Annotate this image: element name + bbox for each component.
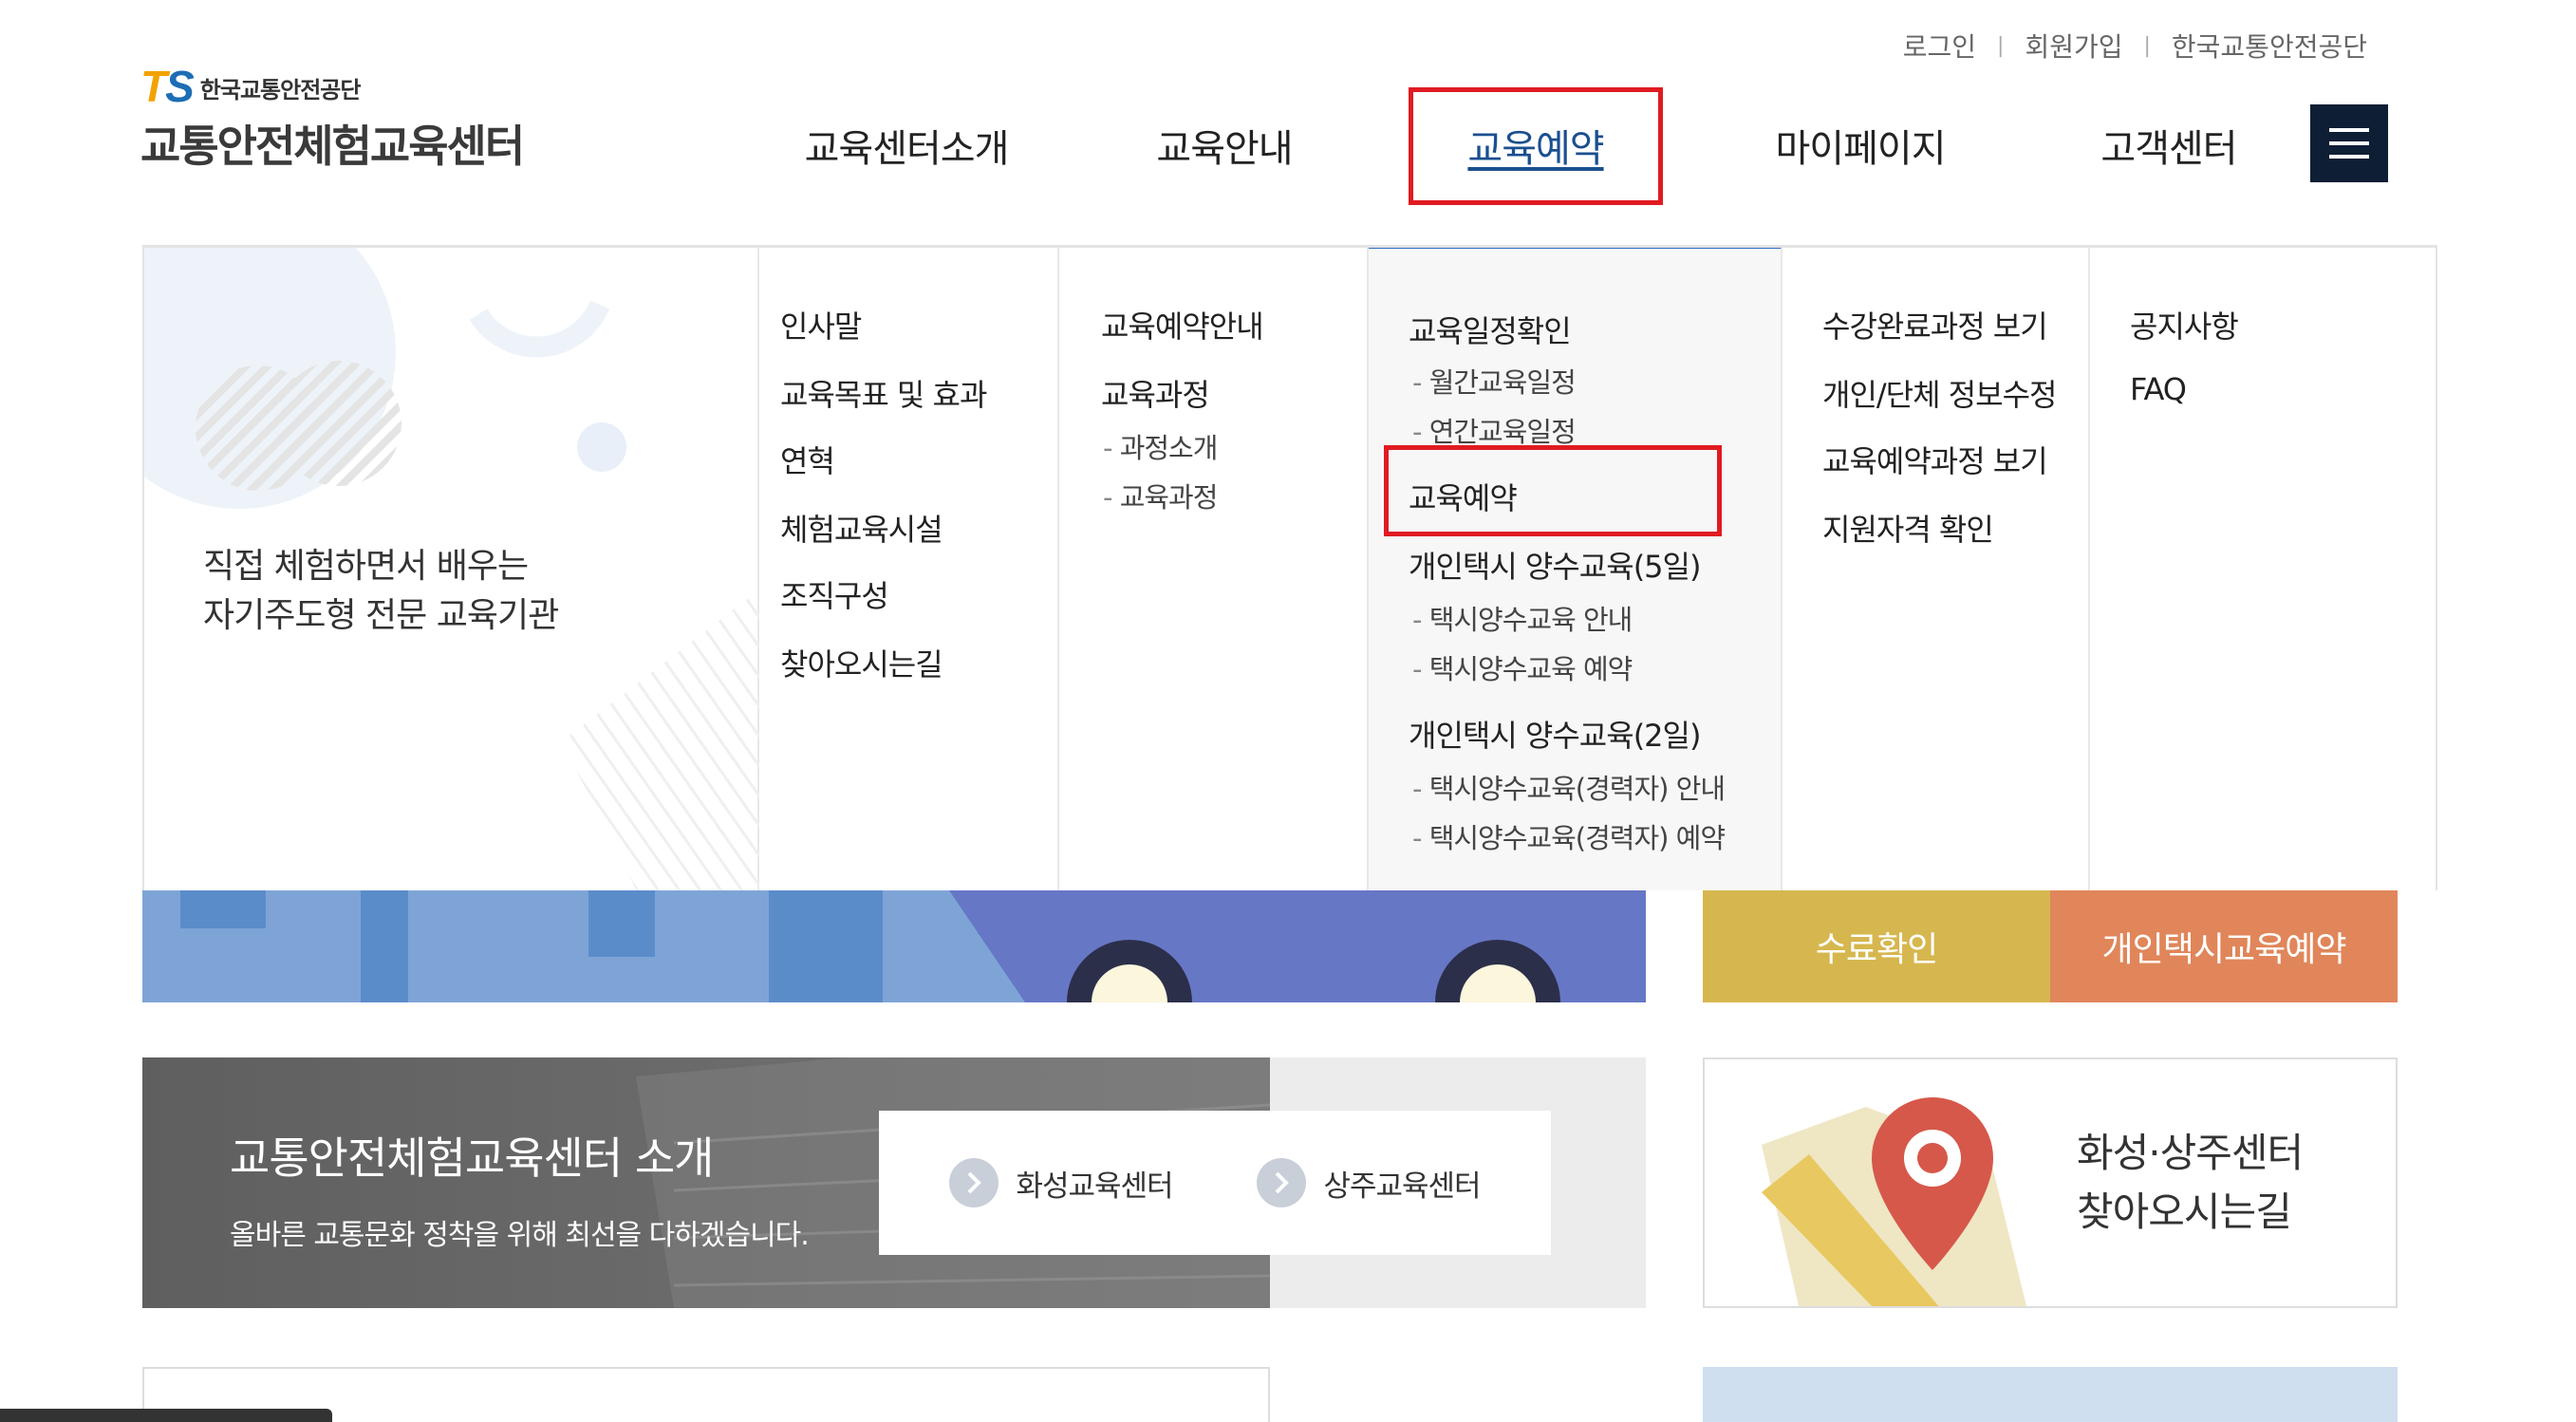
gnb-center-intro[interactable]: 교육센터소개 (778, 112, 1035, 178)
center-intro-box: 교통안전체험교육센터 소개 올바른 교통문화 정착을 위해 최선을 다하겠습니다… (142, 1057, 1646, 1308)
main-visual-banner (142, 890, 1646, 1002)
menu-notice[interactable]: 공지사항 (2130, 303, 2239, 346)
menu-reserved-courses[interactable]: 교육예약과정 보기 (1822, 438, 2048, 481)
sangju-center-label: 상주교육센터 (1323, 1169, 1481, 1204)
certificate-check-button[interactable]: 수료확인 (1703, 890, 2050, 1002)
hwaseong-center-link[interactable]: 화성교육센터 (949, 1158, 1174, 1207)
directions-box[interactable]: 화성·상주센터 찾아오시는길 (1703, 1057, 2398, 1308)
ts-mark-logo: TS (140, 62, 195, 111)
menu-completed-courses[interactable]: 수강완료과정 보기 (1822, 303, 2048, 346)
gnb-education-guide[interactable]: 교육안내 (1120, 112, 1329, 178)
taxi-education-reservation-button[interactable]: 개인택시교육예약 (2050, 890, 2398, 1002)
mega-intro-panel: 직접 체험하면서 배우는 자기주도형 전문 교육기관 (144, 248, 759, 890)
highlight-box (1409, 87, 1663, 205)
menu-directions[interactable]: 찾아오시는길 (780, 641, 943, 684)
menu-facilities[interactable]: 체험교육시설 (780, 506, 943, 550)
menu-courses[interactable]: 교육과정 (1101, 371, 1210, 415)
menu-reservation-guide[interactable]: 교육예약안내 (1101, 303, 1264, 346)
ts-logo: TS 한국교통안전공단 (140, 65, 523, 108)
menu-greeting[interactable]: 인사말 (780, 303, 862, 346)
mega-col-mypage: 수강완료과정 보기 개인/단체 정보수정 교육예약과정 보기 지원자격 확인 (1783, 248, 2090, 890)
menu-history[interactable]: 연혁 (780, 438, 835, 481)
menu-faq[interactable]: FAQ (2130, 371, 2187, 407)
gnb-customer-center[interactable]: 고객센터 (2079, 112, 2259, 178)
directions-text: 화성·상주센터 찾아오시는길 (2077, 1130, 2304, 1235)
bus-illustration (180, 890, 1646, 1002)
status-tooltip (0, 1409, 332, 1422)
org-name: 한국교통안전공단 (199, 77, 362, 103)
menu-taxi-5day[interactable]: 개인택시 양수교육(5일) (1409, 543, 1701, 587)
menu-organization[interactable]: 조직구성 (780, 572, 889, 616)
submenu-taxi-guide[interactable]: 택시양수교육 안내 (1412, 598, 1633, 638)
center-name: 교통안전체험교육센터 (140, 121, 525, 172)
intro-slogan: 직접 체험하면서 배우는 자기주도형 전문 교육기관 (203, 547, 559, 635)
intro-subtitle: 올바른 교통문화 정착을 위해 최선을 다하겠습니다. (230, 1219, 810, 1252)
menu-taxi-2day[interactable]: 개인택시 양수교육(2일) (1409, 712, 1701, 756)
center-links: 화성교육센터 상주교육센터 (879, 1111, 1551, 1255)
menu-schedule-check[interactable]: 교육일정확인 (1409, 308, 1572, 351)
site-logo[interactable]: TS 한국교통안전공단 교통안전체험교육센터 (140, 65, 525, 175)
kotsa-link[interactable]: 한국교통안전공단 (2172, 27, 2367, 65)
submenu-taxi-exp-guide[interactable]: 택시양수교육(경력자) 안내 (1412, 767, 1726, 807)
map-pin-icon (1762, 1097, 2027, 1306)
menu-goals[interactable]: 교육목표 및 효과 (780, 371, 987, 415)
submenu-yearly-schedule[interactable]: 연간교육일정 (1412, 410, 1577, 450)
chevron-right-icon (949, 1158, 999, 1207)
signup-link[interactable]: 회원가입 (2025, 27, 2122, 65)
gnb-mypage[interactable]: 마이페이지 (1746, 112, 1974, 178)
submenu-courses[interactable]: 교육과정 (1103, 476, 1219, 515)
hamburger-icon[interactable] (2310, 104, 2388, 182)
highlight-box (1384, 445, 1722, 536)
chevron-right-icon (1257, 1158, 1307, 1207)
submenu-monthly-schedule[interactable]: 월간교육일정 (1412, 361, 1577, 401)
mega-col-education-guide: 교육예약안내 교육과정 과정소개 교육과정 (1059, 248, 1369, 890)
login-link[interactable]: 로그인 (1903, 27, 1976, 65)
mega-col-education-reservation: 교육일정확인 월간교육일정 연간교육일정 교육예약 개인택시 양수교육(5일) … (1369, 248, 1783, 890)
menu-edit-info[interactable]: 개인/단체 정보수정 (1822, 371, 2057, 415)
submenu-taxi-exp-reserve[interactable]: 택시양수교육(경력자) 예약 (1412, 816, 1726, 856)
hwaseong-center-label: 화성교육센터 (1016, 1169, 1173, 1204)
mega-col-center-intro: 인사말 교육목표 및 효과 연혁 체험교육시설 조직구성 찾아오시는길 (759, 248, 1059, 890)
sangju-center-link[interactable]: 상주교육센터 (1257, 1158, 1482, 1207)
mega-col-customer-center: 공지사항 FAQ (2090, 248, 2436, 890)
divider: | (1997, 33, 2005, 58)
bottom-panel-right (1703, 1367, 2398, 1422)
menu-eligibility[interactable]: 지원자격 확인 (1822, 506, 1994, 550)
mega-menu: 직접 체험하면서 배우는 자기주도형 전문 교육기관 인사말 교육목표 및 효과… (142, 245, 2437, 890)
intro-title: 교통안전체험교육센터 소개 (230, 1132, 714, 1184)
utility-nav: 로그인 | 회원가입 | 한국교통안전공단 (1903, 27, 2367, 65)
submenu-taxi-reserve[interactable]: 택시양수교육 예약 (1412, 647, 1633, 687)
divider: | (2143, 33, 2151, 58)
submenu-course-intro[interactable]: 과정소개 (1103, 426, 1219, 466)
